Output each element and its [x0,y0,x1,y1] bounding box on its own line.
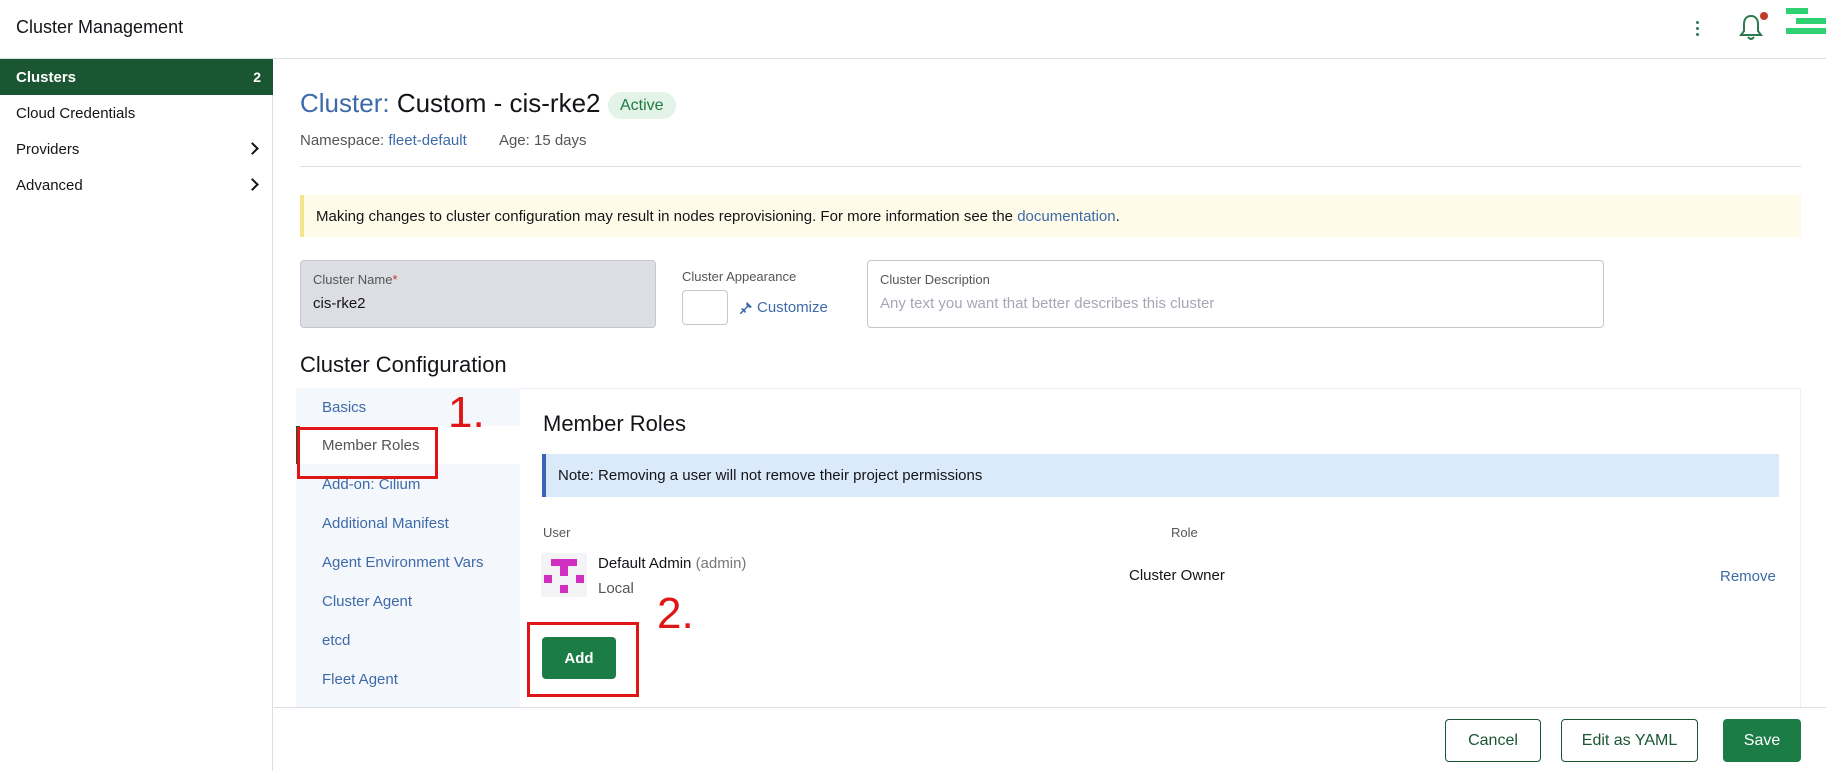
cluster-name-value: cis-rke2 [313,295,366,312]
tab-fleet-agent[interactable]: Fleet Agent [296,660,520,698]
header-divider [300,166,1801,167]
member-username: (admin) [695,555,747,572]
documentation-link[interactable]: documentation [1017,208,1115,225]
sidebar: Clusters 2 Cloud Credentials Providers A… [0,59,273,771]
sidebar-item-clusters[interactable]: Clusters 2 [0,59,273,95]
title-label: Cluster: [300,88,390,118]
sidebar-item-label: Cloud Credentials [16,104,136,122]
cluster-name-label: Cluster Name* [313,272,643,287]
chevron-right-icon [246,178,259,191]
cluster-description-input[interactable] [880,295,1591,312]
annotation-box-add [527,622,639,697]
column-header-role: Role [1171,525,1198,540]
warning-banner: Making changes to cluster configuration … [300,195,1801,237]
info-note: Note: Removing a user will not remove th… [542,454,1779,497]
cluster-name-label-text: Cluster Name [313,272,393,287]
cluster-appearance-label: Cluster Appearance [682,269,797,284]
tab-cluster-agent[interactable]: Cluster Agent [296,582,520,620]
cluster-age: Age: 15 days [498,132,587,149]
top-bar: Cluster Management [0,0,1826,59]
pin-icon [740,301,752,314]
cluster-configuration-panel [296,388,1801,708]
required-marker: * [392,272,398,287]
tab-additional-manifest[interactable]: Additional Manifest [296,504,520,542]
sidebar-item-cloud-credentials[interactable]: Cloud Credentials [0,95,273,131]
tab-etcd[interactable]: etcd [296,621,520,659]
customize-label: Customize [757,299,828,316]
save-button[interactable]: Save [1723,719,1801,762]
annotation-step-1: 1. [448,388,485,437]
sidebar-item-advanced[interactable]: Advanced [0,167,273,203]
cluster-appearance-swatch[interactable] [682,290,728,325]
kebab-menu-icon[interactable] [1690,14,1704,42]
namespace-label: Namespace: [300,132,385,149]
title-cluster-name: Custom - cis-rke2 [396,88,601,118]
cluster-description-label: Cluster Description [880,272,990,287]
member-display-name: Default Admin [598,555,692,572]
cancel-button[interactable]: Cancel [1445,719,1541,762]
tab-basics[interactable]: Basics [296,388,520,426]
cluster-name-field[interactable]: Cluster Name* cis-rke2 [300,260,656,328]
customize-button[interactable]: Customize [740,299,828,316]
member-name: Default Admin (admin) [598,555,746,572]
clusters-count-badge: 2 [253,69,261,85]
page-title: Cluster: Custom - cis-rke2 [300,88,601,119]
annotation-step-2: 2. [657,589,694,638]
cluster-configuration-title: Cluster Configuration [300,352,507,377]
sidebar-item-providers[interactable]: Providers [0,131,273,167]
tab-agent-environment-vars[interactable]: Agent Environment Vars [296,543,520,581]
annotation-box-member-roles [297,427,438,479]
banner-suffix: . [1115,207,1120,225]
chevron-right-icon [246,142,259,155]
app-title: Cluster Management [16,17,184,37]
cluster-meta: Namespace: fleet-default Age: 15 days [300,132,587,149]
sidebar-item-label: Clusters [16,68,77,86]
member-source: Local [598,580,634,597]
sidebar-item-label: Providers [16,140,80,158]
column-header-user: User [543,525,571,540]
member-role: Cluster Owner [1129,567,1225,584]
remove-member-button[interactable]: Remove [1720,568,1776,585]
user-avatar-icon [541,553,587,597]
notification-dot [1760,12,1768,20]
cluster-description-field[interactable]: Cluster Description [867,260,1604,328]
banner-text: Making changes to cluster configuration … [316,207,1014,225]
edit-as-yaml-button[interactable]: Edit as YAML [1561,719,1698,762]
status-badge: Active [608,92,676,119]
brand-logo-icon[interactable] [1786,6,1826,40]
member-roles-title: Member Roles [543,411,687,436]
sidebar-item-label: Advanced [16,176,83,194]
namespace-link[interactable]: fleet-default [388,132,466,149]
